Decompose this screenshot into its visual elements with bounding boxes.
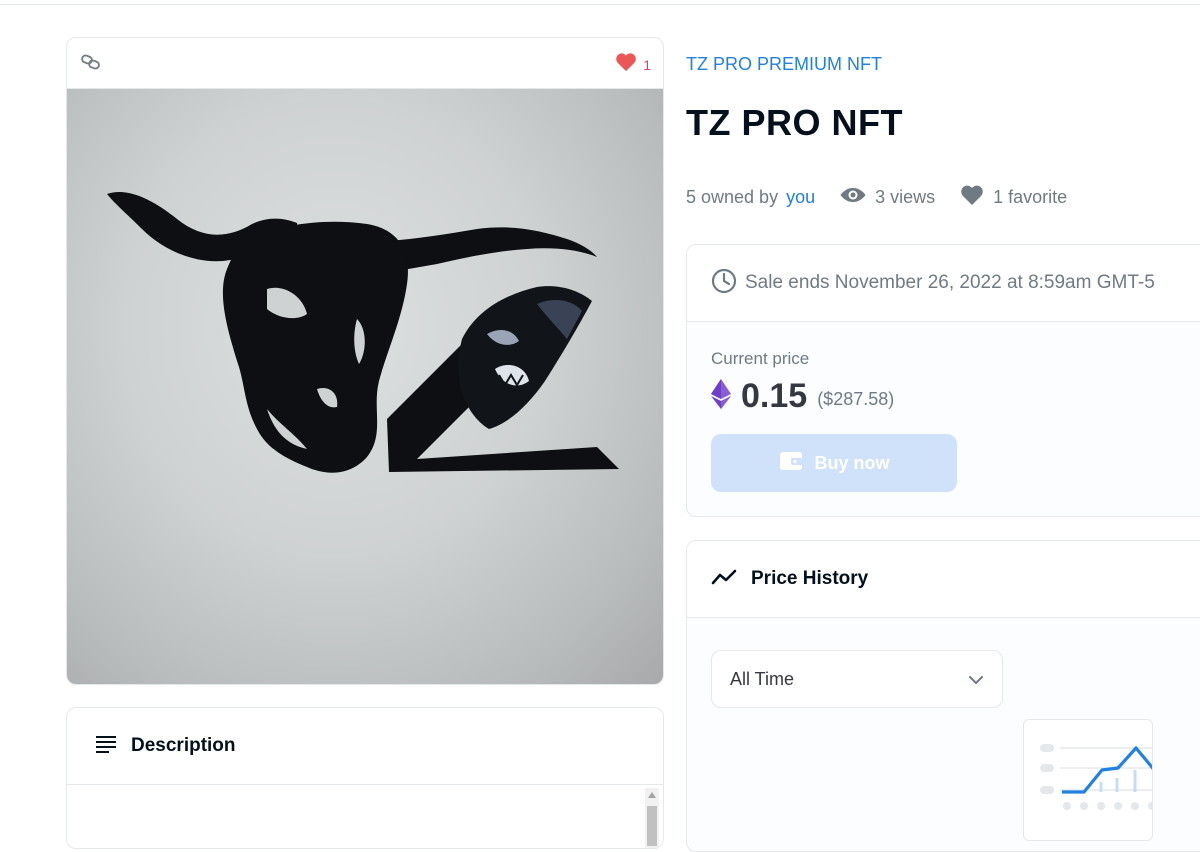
price-usd: ($287.58) (817, 389, 895, 409)
favorite-count: 1 (643, 56, 651, 73)
views-stat: 3 views (839, 185, 935, 210)
collection-link[interactable]: TZ PRO PREMIUM NFT (686, 54, 882, 75)
price-history-title: Price History (751, 568, 869, 589)
eye-icon (839, 185, 867, 210)
ethereum-icon (711, 379, 731, 414)
nft-title: TZ PRO NFT (686, 102, 903, 143)
owner-link[interactable]: you (786, 187, 815, 208)
current-price-label: Current price (711, 349, 810, 368)
time-range-select[interactable]: All Time (711, 650, 1003, 708)
nft-media-card: 1 (66, 37, 664, 685)
price-history-card: Price History All Time (686, 540, 1200, 852)
scroll-up-arrow-icon[interactable] (648, 792, 656, 798)
chain-link-icon[interactable] (79, 52, 103, 72)
views-count: 3 views (875, 187, 936, 207)
nft-stats: 5 owned by you 3 views 1 favorite (686, 184, 1091, 211)
empty-chart-icon (1023, 719, 1162, 841)
sale-header: Sale ends November 26, 2022 at 8:59am GM… (687, 245, 1200, 322)
chevron-down-icon (968, 669, 984, 690)
time-range-value: All Time (730, 668, 795, 689)
wallet-icon (779, 450, 803, 477)
heart-icon (959, 184, 985, 211)
buy-now-label: Buy now (814, 452, 890, 473)
scroll-thumb[interactable] (647, 806, 657, 846)
buy-now-button[interactable]: Buy now (711, 434, 957, 492)
price-row: 0.15 ($287.58) (711, 377, 894, 416)
top-border (0, 0, 1200, 5)
clock-icon (711, 268, 737, 299)
media-header: 1 (67, 38, 663, 89)
sale-ends-text: Sale ends November 26, 2022 at 8:59am GM… (745, 272, 1155, 293)
owners-stat: 5 owned by you (686, 187, 815, 208)
favorite-button[interactable]: 1 (615, 52, 651, 77)
owned-prefix: 5 owned by (686, 187, 779, 207)
heart-icon (615, 52, 637, 77)
tz-bull-bear-logo (107, 191, 619, 473)
description-header[interactable]: Description (67, 708, 663, 785)
trend-line-icon (711, 567, 739, 592)
nft-image[interactable] (67, 89, 663, 684)
favorites-count: 1 favorite (993, 187, 1068, 207)
price-value: 0.15 (741, 377, 808, 415)
favorites-stat: 1 favorite (959, 184, 1067, 211)
list-lines-icon (95, 735, 117, 758)
description-card: Description (66, 707, 664, 849)
price-history-header[interactable]: Price History (687, 541, 1200, 618)
sale-card: Sale ends November 26, 2022 at 8:59am GM… (686, 244, 1200, 517)
description-scrollbar[interactable] (645, 788, 659, 848)
description-title: Description (131, 735, 236, 756)
